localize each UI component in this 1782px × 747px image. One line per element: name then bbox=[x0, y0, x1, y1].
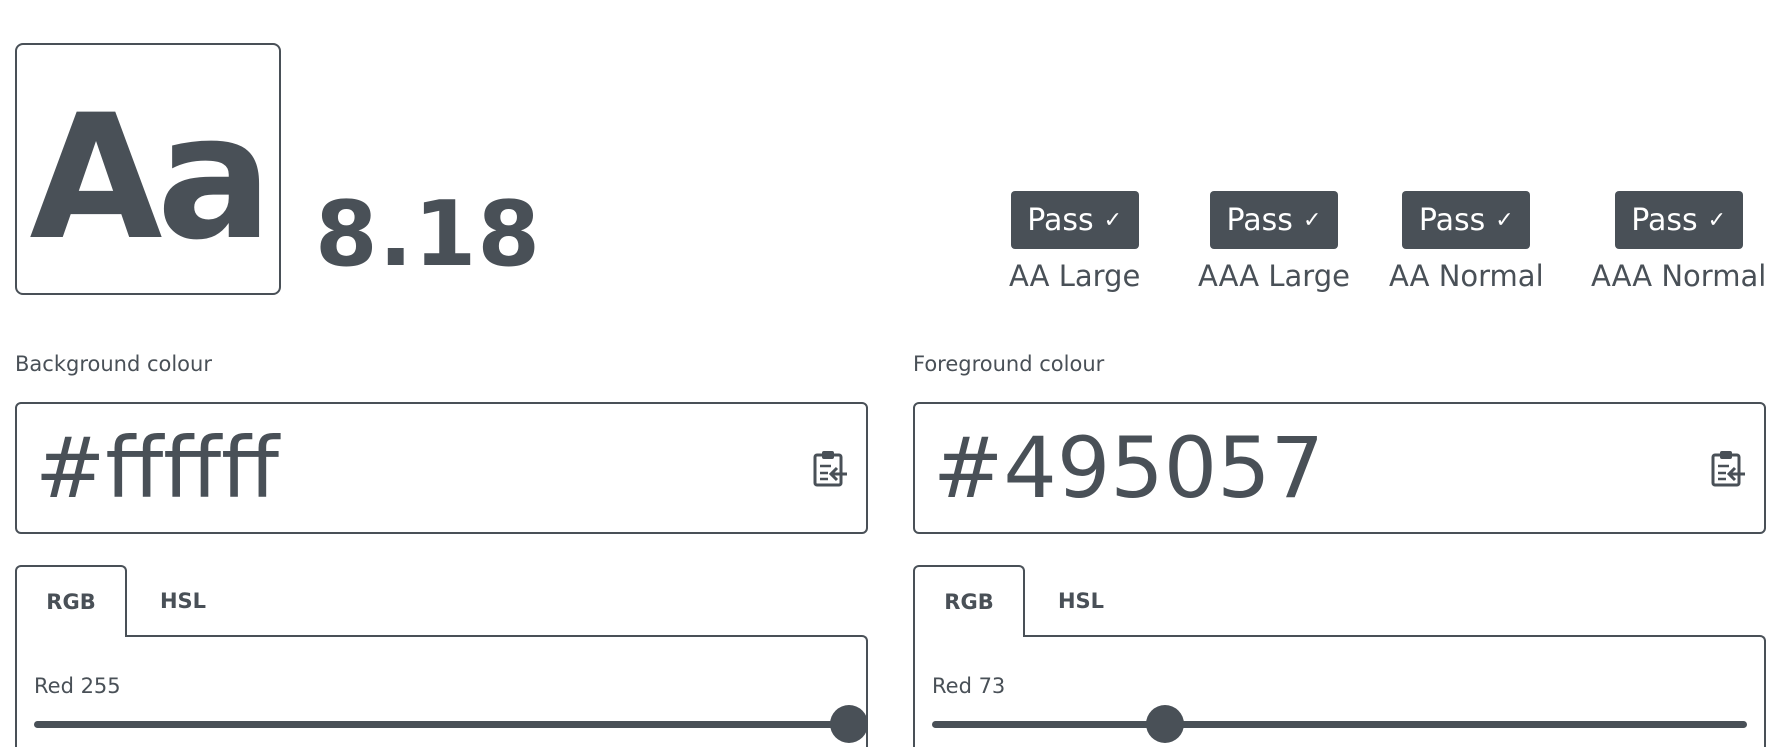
check-icon: ✓ bbox=[1302, 207, 1322, 233]
tab-rgb[interactable]: RGB bbox=[913, 565, 1025, 637]
foreground-colour-input[interactable] bbox=[933, 419, 1633, 517]
foreground-colour-field bbox=[913, 402, 1766, 534]
tab-rgb[interactable]: RGB bbox=[15, 565, 127, 637]
result-label: AAA Normal bbox=[1591, 259, 1767, 293]
background-colour-label: Background colour bbox=[15, 352, 212, 376]
contrast-checker-page: Aa 8.18 Pass ✓ AA Large Pass ✓ AAA Large… bbox=[0, 0, 1782, 747]
foreground-colour-tabs: RGB HSL bbox=[913, 565, 1766, 637]
result-aa-large: Pass ✓ AA Large bbox=[1009, 191, 1140, 293]
badge-status: Pass bbox=[1418, 202, 1486, 238]
red-slider-label: Red 255 bbox=[34, 674, 121, 698]
check-icon: ✓ bbox=[1707, 207, 1727, 233]
red-slider-track[interactable] bbox=[34, 705, 868, 743]
red-slider-thumb[interactable] bbox=[830, 705, 868, 743]
pass-badge: Pass ✓ bbox=[1010, 191, 1139, 249]
foreground-colour-panel: Foreground colour RGB HSL Red 73 bbox=[913, 352, 1766, 747]
pass-badge: Pass ✓ bbox=[1402, 191, 1531, 249]
pass-badge: Pass ✓ bbox=[1614, 191, 1743, 249]
clipboard-paste-icon[interactable] bbox=[812, 449, 848, 487]
red-slider-label: Red 73 bbox=[932, 674, 1006, 698]
foreground-colour-label: Foreground colour bbox=[913, 352, 1105, 376]
check-icon: ✓ bbox=[1103, 207, 1123, 233]
result-label: AA Large bbox=[1009, 259, 1141, 293]
foreground-rgb-panel: Red 73 bbox=[913, 635, 1766, 747]
contrast-ratio: 8.18 bbox=[315, 182, 542, 287]
background-rgb-panel: Red 255 bbox=[15, 635, 868, 747]
tab-hsl[interactable]: HSL bbox=[1025, 565, 1137, 637]
check-icon: ✓ bbox=[1495, 207, 1514, 233]
result-aaa-large: Pass ✓ AAA Large bbox=[1198, 191, 1350, 293]
background-colour-tabs: RGB HSL bbox=[15, 565, 868, 637]
red-slider-track[interactable] bbox=[932, 705, 1747, 743]
result-label: AA Normal bbox=[1389, 259, 1544, 293]
result-aa-normal: Pass ✓ AA Normal bbox=[1389, 191, 1544, 293]
tab-hsl[interactable]: HSL bbox=[127, 565, 239, 637]
contrast-preview: Aa bbox=[15, 43, 281, 295]
badge-status: Pass bbox=[1226, 202, 1293, 238]
result-aaa-normal: Pass ✓ AAA Normal bbox=[1591, 191, 1766, 293]
pass-badge: Pass ✓ bbox=[1209, 191, 1338, 249]
background-colour-input[interactable] bbox=[35, 419, 735, 517]
clipboard-paste-icon[interactable] bbox=[1710, 449, 1746, 487]
background-colour-panel: Background colour RGB HSL Red 255 bbox=[15, 352, 868, 747]
preview-sample-text: Aa bbox=[29, 77, 272, 278]
badge-status: Pass bbox=[1027, 202, 1094, 238]
background-colour-field bbox=[15, 402, 868, 534]
result-label: AAA Large bbox=[1198, 259, 1350, 293]
red-slider-thumb[interactable] bbox=[1146, 705, 1185, 743]
badge-status: Pass bbox=[1631, 202, 1698, 238]
